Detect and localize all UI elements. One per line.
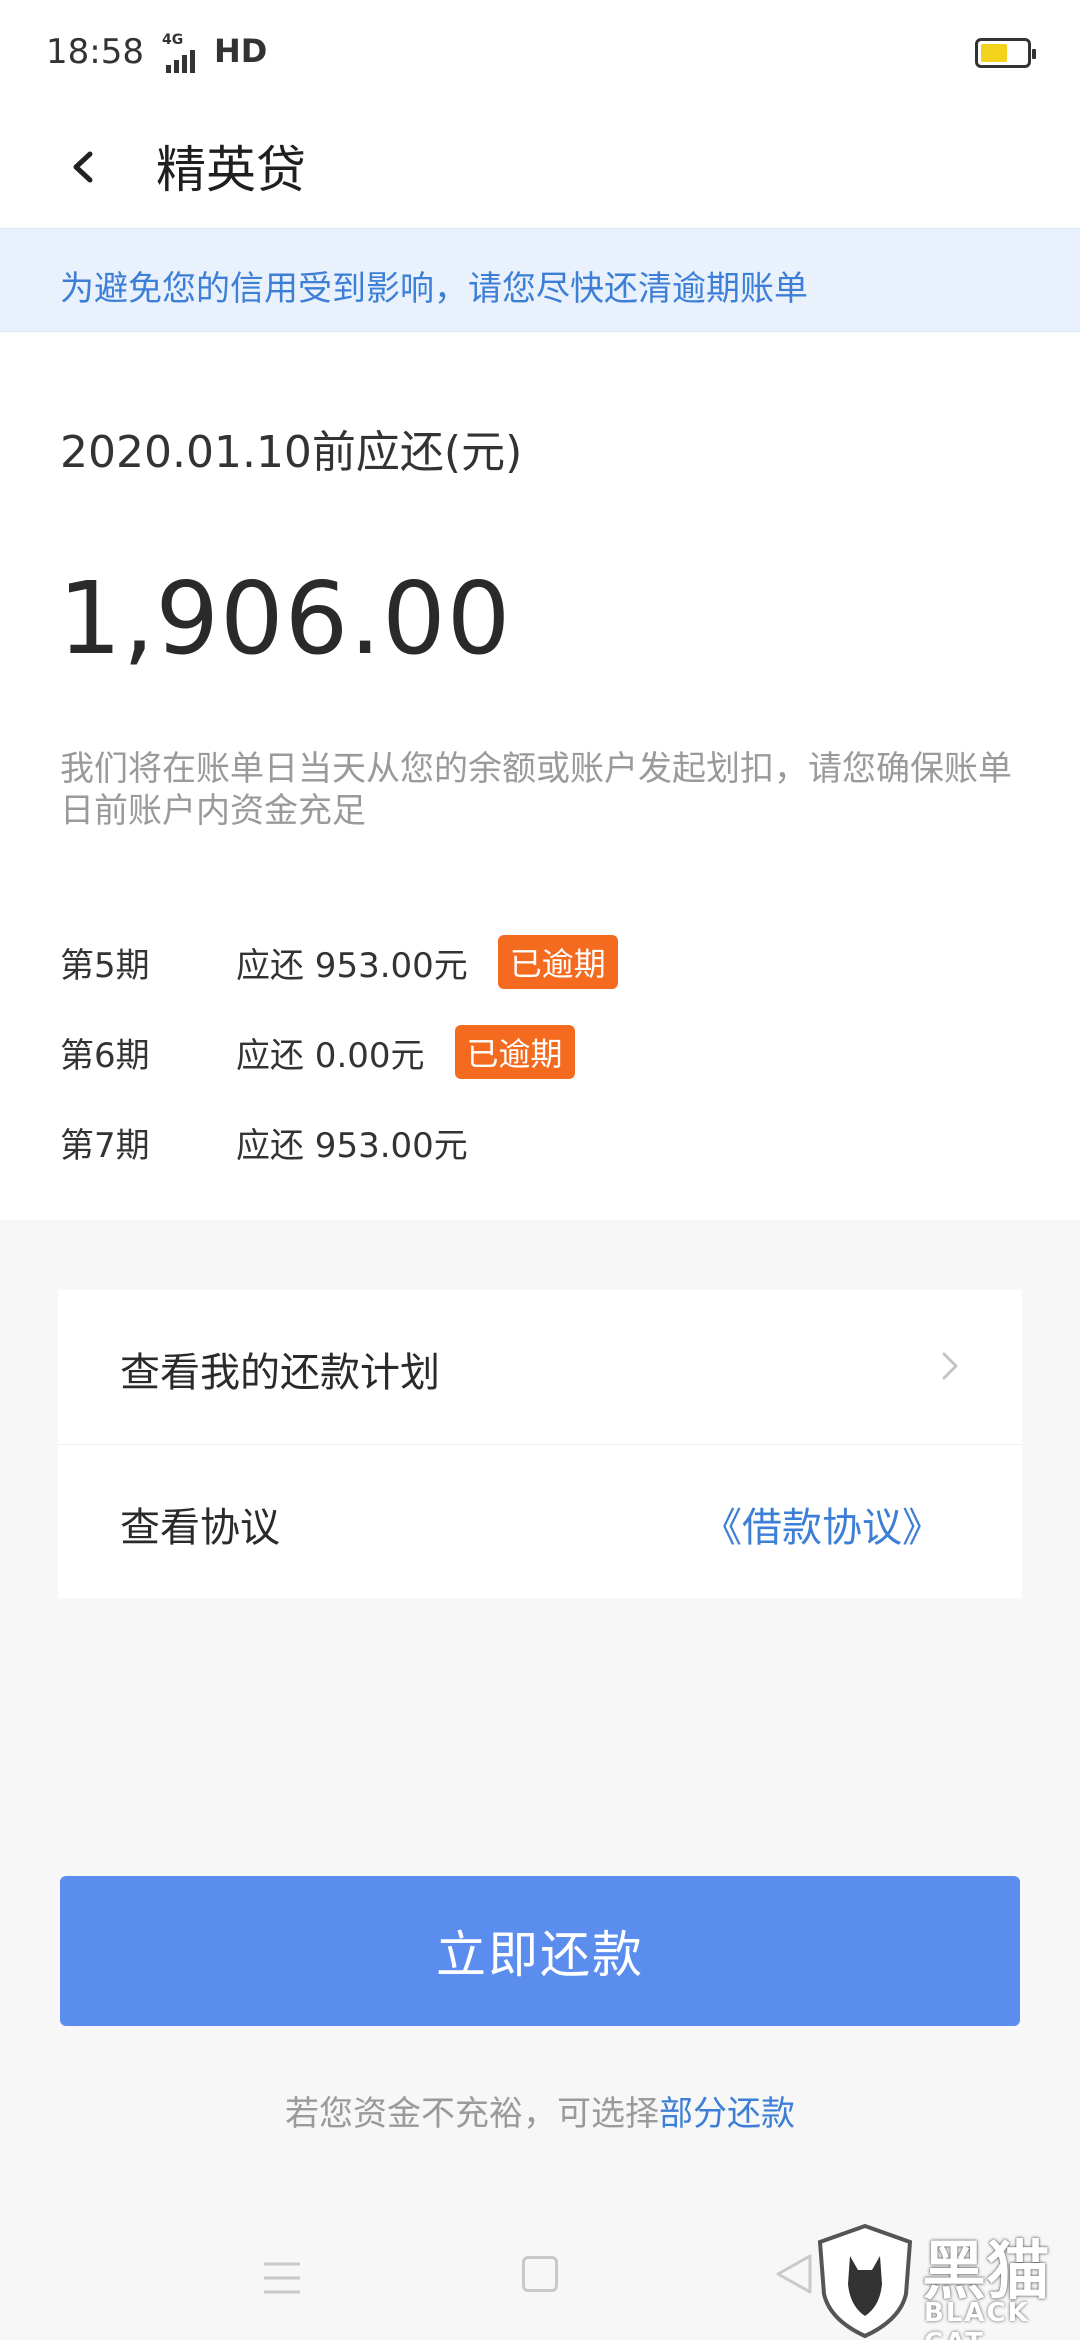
installment-period: 第6期 — [60, 1035, 150, 1076]
due-date-label: 2020.01.10前应还(元) — [60, 427, 523, 478]
bill-card: 2020.01.10前应还(元) 1,906.00 我们将在账单日当天从您的余额… — [0, 332, 1080, 1220]
repayment-plan-label: 查看我的还款计划 — [120, 1350, 440, 1396]
repay-now-button[interactable]: 立即还款 — [60, 1876, 1020, 2026]
notice-text: 为避免您的信用受到影响，请您尽快还清逾期账单 — [60, 269, 808, 309]
installment-period: 第5期 — [60, 945, 150, 986]
chevron-right-icon — [942, 1352, 958, 1380]
overdue-notice: 为避免您的信用受到影响，请您尽快还清逾期账单 — [0, 228, 1080, 332]
partial-repay-hint: 若您资金不充裕，可选择部分还款 — [0, 2086, 1080, 2135]
overdue-badge: 已逾期 — [497, 935, 618, 989]
back-button[interactable] — [56, 132, 116, 202]
partial-repay-prefix: 若您资金不充裕，可选择 — [285, 2094, 659, 2134]
status-bar: 18:58 4G HD — [0, 0, 1080, 110]
partial-repay-link[interactable]: 部分还款 — [659, 2094, 795, 2134]
installment-amount: 应还 0.00元 — [236, 1035, 425, 1076]
menu-icon[interactable] — [262, 2260, 302, 2296]
links-card: 查看我的还款计划 查看协议 《借款协议》 — [58, 1290, 1022, 1598]
battery-icon — [975, 38, 1036, 68]
installment-row: 第6期 应还 0.00元 已逾期 — [60, 1024, 575, 1080]
loan-agreement-link[interactable]: 《借款协议》 — [702, 1495, 942, 1553]
home-icon[interactable] — [522, 2256, 558, 2292]
battery-level — [981, 44, 1008, 62]
installment-period: 第7期 — [60, 1125, 150, 1166]
watermark-text-en: BLACK CAT — [924, 2298, 1030, 2340]
watermark-logo: 黑猫 BLACK CAT — [810, 2220, 1080, 2340]
page-title: 精英贷 — [156, 141, 306, 199]
agreement-row: 查看协议 《借款协议》 — [58, 1444, 1022, 1596]
signal-icon: 4G — [162, 30, 212, 73]
chevron-left-icon — [73, 151, 93, 183]
nav-bar: 精英贷 — [0, 110, 1080, 228]
agreement-label: 查看协议 — [120, 1505, 280, 1551]
repayment-plan-row[interactable]: 查看我的还款计划 — [58, 1290, 1022, 1442]
overdue-badge: 已逾期 — [454, 1025, 575, 1079]
back-triangle-icon[interactable] — [774, 2252, 814, 2296]
installment-row: 第5期 应还 953.00元 已逾期 — [60, 934, 618, 990]
deduction-note: 我们将在账单日当天从您的余额或账户发起划扣，请您确保账单日前账户内资金充足 — [60, 749, 1012, 831]
installment-amount: 应还 953.00元 — [236, 1125, 468, 1166]
hd-indicator: HD — [214, 32, 268, 70]
status-time: 18:58 — [46, 32, 144, 72]
amount-due: 1,906.00 — [58, 560, 512, 677]
network-type: 4G — [162, 32, 184, 48]
installment-amount: 应还 953.00元 — [236, 945, 468, 986]
cat-shield-icon — [817, 2223, 913, 2339]
installment-row: 第7期 应还 953.00元 — [60, 1114, 468, 1170]
